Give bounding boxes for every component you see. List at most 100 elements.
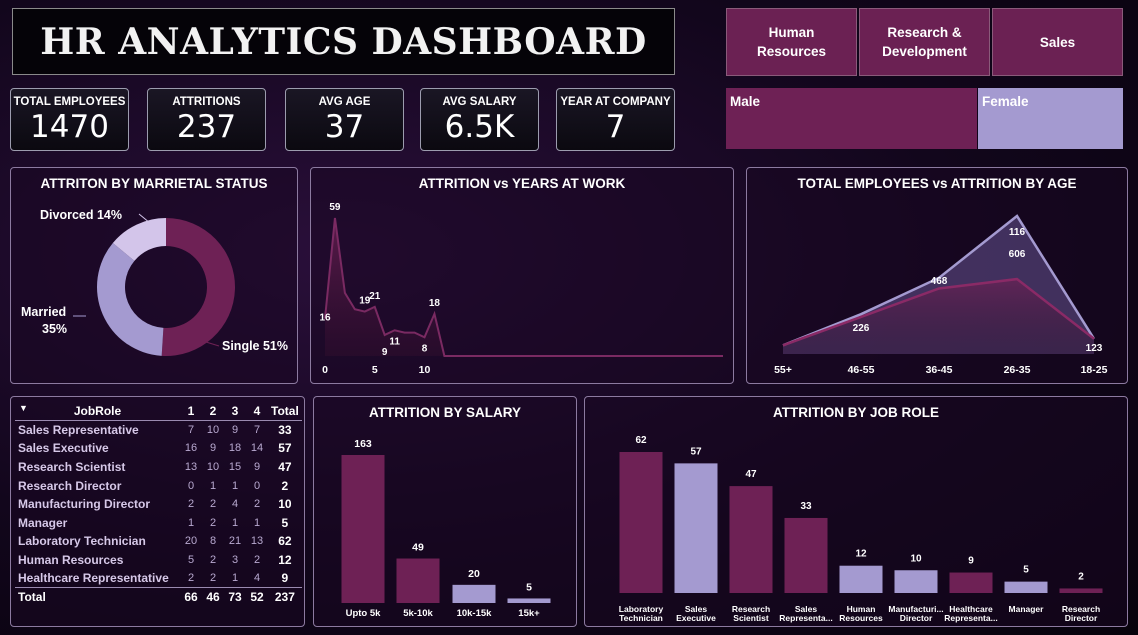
kpi-label: AVG SALARY (442, 96, 517, 108)
jobrole-cell: Laboratory Technician (18, 534, 146, 549)
kpi-label: ATTRITIONS (172, 96, 241, 108)
marital-status-panel: ATTRITON BY MARRIETAL STATUS Divorced 14… (10, 167, 298, 384)
years-data-label: 8 (422, 343, 428, 354)
jobrole-cell: Human Resources (18, 553, 124, 568)
salary-bar (341, 455, 385, 603)
count-cell: 10 (206, 461, 220, 474)
count-cell: 1 (231, 516, 239, 529)
count-cell: 52 (246, 587, 268, 607)
jobrole-data-label: 33 (800, 501, 812, 512)
jobrole-bar (619, 452, 663, 593)
jobrole-cell: Research Director (18, 478, 122, 493)
jobrole-bar (894, 570, 938, 593)
age-panel: TOTAL EMPLOYEES vs ATTRITION BY AGE 226 4… (746, 167, 1128, 384)
kpi-value: 237 (176, 109, 237, 145)
gender-male-button[interactable]: Male (726, 88, 977, 149)
years-at-work-panel: ATTRITION vs YEARS AT WORK 16 59 19 21 9 11 8 1… (310, 167, 734, 384)
total-cell: 57 (278, 441, 292, 456)
table-row: Research Director 0 1 1 0 2 (15, 476, 302, 495)
jobrole-cell: Healthcare Representative (18, 571, 169, 586)
salary-data-label: 163 (354, 438, 372, 450)
count-cell: 14 (250, 442, 264, 455)
table-row: Laboratory Technician 20 8 21 13 62 (15, 532, 302, 551)
kpi-label: TOTAL EMPLOYEES (13, 96, 126, 108)
count-cell: 10 (206, 424, 220, 437)
total-cell: 237 (268, 587, 302, 607)
count-cell: 2 (187, 498, 195, 511)
jobrole-data-label: 9 (968, 556, 974, 567)
kpi-value: 6.5K (444, 109, 515, 145)
count-cell: 4 (253, 572, 261, 585)
age-xtick-label: 55+ (774, 364, 792, 376)
kpi-total-employees: TOTAL EMPLOYEES 1470 (10, 88, 129, 151)
salary-bar (396, 558, 440, 603)
age-xtick-label: 26-35 (1004, 364, 1031, 376)
col-header-total[interactable]: Total (268, 402, 302, 421)
single-leader-line (205, 341, 220, 347)
age-data-label: 606 (1009, 249, 1026, 260)
dept-rnd-button[interactable]: Research & Development (859, 8, 990, 76)
total-cell: 9 (281, 571, 289, 586)
salary-bar-svg: 163 Upto 5k 49 5k-10k 20 10k-15k 5 15k+ (341, 438, 551, 619)
count-cell: 2 (253, 554, 261, 567)
dashboard-title-box: HR ANALYTICS DASHBOARD (12, 8, 675, 75)
total-cell: 10 (278, 497, 292, 512)
count-cell: 13 (250, 535, 264, 548)
dept-sales-button[interactable]: Sales (992, 8, 1123, 76)
years-area-svg: 165919219118180 5 10 (319, 202, 723, 376)
salary-xtick-label: 15k+ (518, 608, 540, 619)
married-pct-label: 35% (42, 322, 67, 336)
kpi-value: 7 (605, 109, 626, 145)
jobrole-data-label: 12 (855, 549, 867, 560)
kpi-attritions: ATTRITIONS 237 (147, 88, 266, 151)
years-area-line (324, 217, 723, 357)
table-row: Research Scientist 13 10 15 9 47 (15, 458, 302, 477)
jobrole-xtick-label: Representa... (944, 613, 997, 623)
table-row: Human Resources 5 2 3 2 12 (15, 551, 302, 570)
jobrole-xtick-label: Director (1065, 613, 1098, 623)
col-header-1[interactable]: 1 (180, 402, 202, 421)
jobrole-data-label: 5 (1023, 565, 1029, 576)
marital-donut-svg: Divorced 14% Married 35% Single 51% (21, 208, 288, 356)
col-header-4[interactable]: 4 (246, 402, 268, 421)
count-cell: 1 (231, 479, 239, 492)
table-row: Sales Executive 16 9 18 14 57 (15, 439, 302, 458)
jobrole-bar (839, 565, 883, 593)
count-cell: 15 (228, 461, 242, 474)
total-label: Total (15, 587, 180, 607)
count-cell: 8 (209, 535, 217, 548)
count-cell: 9 (231, 424, 239, 437)
gender-female-button[interactable]: Female (978, 88, 1123, 149)
age-data-label: 123 (1086, 343, 1103, 354)
years-data-label: 18 (429, 298, 441, 309)
count-cell: 20 (184, 535, 198, 548)
salary-xtick-label: 10k-15k (457, 608, 493, 619)
total-cell: 33 (278, 423, 292, 438)
count-cell: 73 (224, 587, 246, 607)
jobrole-xtick-label: Scientist (733, 613, 769, 623)
total-cell: 62 (278, 534, 292, 549)
single-label: Single 51% (222, 339, 288, 353)
count-cell: 9 (209, 442, 217, 455)
count-cell: 2 (209, 554, 217, 567)
dept-human-resources-button[interactable]: Human Resources (726, 8, 857, 76)
age-xtick-label: 46-55 (848, 364, 875, 376)
col-header-jobrole[interactable]: JobRole (15, 402, 180, 421)
jobrole-bar (949, 572, 993, 593)
count-cell: 1 (187, 516, 195, 529)
jobrole-data-label: 47 (745, 469, 757, 480)
years-xtick-label: 0 (322, 364, 328, 376)
count-cell: 7 (187, 424, 195, 437)
count-cell: 16 (184, 442, 198, 455)
count-cell: 66 (180, 587, 202, 607)
jobrole-bar (784, 517, 828, 593)
col-header-3[interactable]: 3 (224, 402, 246, 421)
table-row: Healthcare Representative 2 2 1 4 9 (15, 569, 302, 588)
table-total-row: Total 66 46 73 52 237 (15, 587, 302, 607)
jobrole-bar (674, 463, 718, 593)
dashboard-title: HR ANALYTICS DASHBOARD (40, 20, 647, 63)
col-header-2[interactable]: 2 (202, 402, 224, 421)
jobrole-bar (729, 486, 773, 593)
salary-xtick-label: Upto 5k (346, 608, 382, 619)
count-cell: 2 (209, 572, 217, 585)
